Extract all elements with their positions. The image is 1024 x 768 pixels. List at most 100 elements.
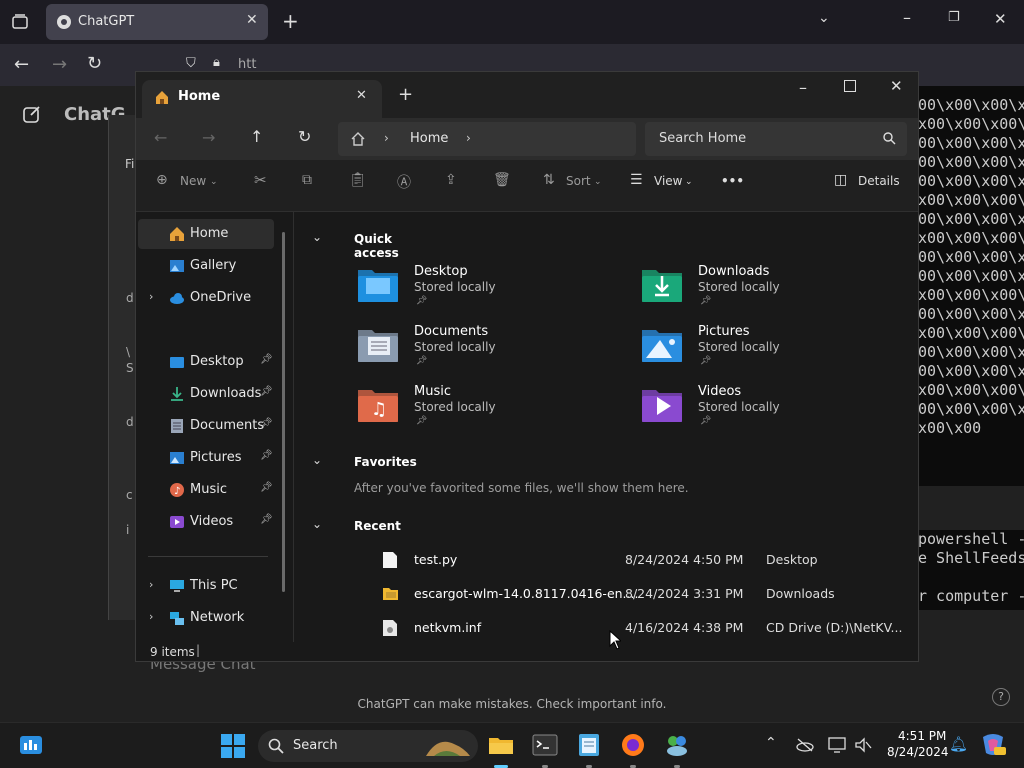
- close-explorer-tab-icon[interactable]: ✕: [356, 88, 367, 103]
- new-explorer-tab-icon[interactable]: +: [398, 84, 413, 105]
- explorer-refresh-icon[interactable]: ↻: [298, 127, 311, 146]
- file-explorer-taskbar-icon[interactable]: [488, 732, 514, 758]
- collapse-chevron-icon[interactable]: ⌄: [312, 517, 322, 531]
- collapse-chevron-icon[interactable]: ⌄: [312, 230, 322, 244]
- view-dropdown-icon[interactable]: ⌄: [685, 177, 693, 187]
- quick-access-item-downloads[interactable]: Downloads Stored locally 📌︎: [640, 264, 900, 324]
- list-tabs-icon[interactable]: ⌄: [818, 10, 830, 26]
- show-hidden-icons-chevron[interactable]: ⌃: [765, 735, 777, 751]
- explorer-back-icon[interactable]: ←: [154, 128, 167, 147]
- view-icon[interactable]: ☰: [630, 172, 643, 188]
- explorer-close-icon[interactable]: ✕: [890, 77, 903, 95]
- pin-icon[interactable]: 📌︎: [260, 418, 273, 429]
- new-chat-icon[interactable]: [22, 104, 42, 124]
- quick-access-item-videos[interactable]: Videos Stored locally 📌︎: [640, 384, 900, 444]
- path-crumb-home[interactable]: Home: [410, 131, 448, 146]
- forward-icon[interactable]: →: [52, 54, 67, 75]
- recent-file-row[interactable]: test.py 8/24/2024 4:50 PM Desktop: [294, 545, 914, 575]
- sidebar-item-this-pc[interactable]: › This PC: [138, 571, 274, 601]
- paste-icon[interactable]: 📋︎: [349, 172, 367, 188]
- quick-access-item-pictures[interactable]: Pictures Stored locally 📌︎: [640, 324, 900, 384]
- reload-icon[interactable]: ↻: [87, 53, 102, 74]
- explorer-address-bar: ← → ↑ ↻ › Home › Search Home: [136, 118, 918, 160]
- notepad-taskbar-icon[interactable]: [576, 732, 602, 758]
- pin-icon[interactable]: 📌︎: [260, 354, 273, 365]
- sidebar-item-gallery[interactable]: Gallery: [138, 251, 274, 281]
- more-options-button[interactable]: •••: [721, 174, 744, 188]
- cut-icon[interactable]: ✂: [254, 171, 267, 189]
- expand-chevron-icon[interactable]: ›: [149, 610, 153, 623]
- sidebar-item-pictures[interactable]: Pictures 📌︎: [138, 443, 274, 473]
- widgets-icon[interactable]: [20, 736, 42, 754]
- pin-icon[interactable]: 📌︎: [260, 450, 273, 461]
- copilot-icon[interactable]: [980, 733, 1006, 757]
- sort-dropdown-icon[interactable]: ⌄: [594, 177, 602, 187]
- help-icon[interactable]: ?: [992, 688, 1010, 706]
- sidebar-item-documents[interactable]: Documents 📌︎: [138, 411, 274, 441]
- rename-icon[interactable]: Ⓐ: [397, 172, 411, 192]
- sort-button[interactable]: Sort: [566, 174, 591, 188]
- browser-minimize-icon[interactable]: –: [903, 8, 911, 27]
- explorer-tab-home[interactable]: Home ✕: [142, 80, 382, 118]
- pin-icon[interactable]: 📌︎: [260, 482, 273, 493]
- terminal-line: x00\x00\x00\: [918, 324, 1024, 342]
- sidebar-item-network[interactable]: › Network: [138, 603, 274, 633]
- explorer-path-box[interactable]: › Home ›: [338, 122, 636, 156]
- recent-file-row[interactable]: escargot-wlm-14.0.8117.0416-en.... 8/24/2…: [294, 579, 914, 609]
- explorer-search-placeholder[interactable]: Search Home: [659, 131, 746, 146]
- volume-muted-icon[interactable]: [854, 737, 872, 753]
- delete-icon[interactable]: 🗑︎: [493, 172, 511, 188]
- browser-restore-icon[interactable]: ❐: [948, 10, 960, 25]
- quick-access-item-music[interactable]: ♫ Music Stored locally 📌︎: [356, 384, 616, 444]
- explorer-minimize-icon[interactable]: –: [799, 78, 807, 97]
- lock-icon[interactable]: 🔒︎: [213, 55, 220, 70]
- taskbar-search-box[interactable]: Search: [258, 730, 478, 762]
- collapse-chevron-icon[interactable]: ⌄: [312, 453, 322, 467]
- pin-icon[interactable]: 📌︎: [260, 514, 273, 525]
- terminal-taskbar-icon[interactable]: [532, 732, 558, 758]
- sidebar-scrollbar[interactable]: [282, 232, 285, 592]
- clock-time[interactable]: 4:51 PM: [898, 729, 946, 743]
- new-tab-icon[interactable]: +: [282, 9, 299, 33]
- sidebar-item-onedrive[interactable]: › OneDrive: [138, 283, 274, 313]
- notification-bell-icon[interactable]: 🔔︎: [949, 735, 968, 753]
- browser-close-icon[interactable]: ✕: [994, 10, 1007, 28]
- windows-start-icon[interactable]: [221, 734, 245, 758]
- messenger-taskbar-icon[interactable]: [664, 732, 690, 758]
- explorer-up-icon[interactable]: ↑: [250, 127, 263, 146]
- onedrive-status-icon[interactable]: [796, 738, 814, 752]
- shield-icon[interactable]: ⛉: [186, 56, 196, 71]
- new-dropdown-icon[interactable]: ⌄: [210, 177, 218, 187]
- back-icon[interactable]: ←: [14, 54, 29, 75]
- clock-date[interactable]: 8/24/2024: [887, 745, 949, 759]
- expand-chevron-icon[interactable]: ›: [149, 578, 153, 591]
- browser-tab-chatgpt[interactable]: ChatGPT ✕: [46, 4, 268, 40]
- copy-icon[interactable]: ⧉: [302, 172, 312, 188]
- sidebar-item-music[interactable]: ♪ Music 📌︎: [138, 475, 274, 505]
- details-button[interactable]: Details: [858, 174, 900, 188]
- sidebar-item-home[interactable]: Home: [138, 219, 274, 249]
- recent-file-row[interactable]: netkvm.inf 4/16/2024 4:38 PM CD Drive (D:)…: [294, 613, 914, 643]
- view-button[interactable]: View: [654, 174, 682, 188]
- quick-access-item-documents[interactable]: Documents Stored locally 📌︎: [356, 324, 616, 384]
- new-button[interactable]: New: [180, 174, 206, 188]
- sidebar-item-desktop[interactable]: Desktop 📌︎: [138, 347, 274, 377]
- explorer-maximize-icon[interactable]: [844, 80, 856, 92]
- pin-icon[interactable]: 📌︎: [260, 386, 273, 397]
- network-display-icon[interactable]: [828, 737, 846, 753]
- path-expand-icon[interactable]: ›: [466, 131, 471, 145]
- sidebar-item-videos[interactable]: Videos 📌︎: [138, 507, 274, 537]
- new-icon[interactable]: ⊕: [156, 172, 168, 188]
- close-tab-icon[interactable]: ✕: [246, 12, 258, 28]
- explorer-search-box[interactable]: Search Home: [645, 122, 907, 156]
- sidebar-item-downloads[interactable]: Downloads 📌︎: [138, 379, 274, 409]
- firefox-taskbar-icon[interactable]: [620, 732, 646, 758]
- explorer-forward-icon[interactable]: →: [202, 128, 215, 147]
- address-bar-text[interactable]: htt: [238, 57, 256, 72]
- tab-overview-icon[interactable]: [12, 14, 28, 30]
- expand-chevron-icon[interactable]: ›: [149, 290, 153, 303]
- details-pane-icon[interactable]: ◫: [834, 172, 847, 188]
- quick-access-item-desktop[interactable]: Desktop Stored locally 📌︎: [356, 264, 616, 324]
- share-icon[interactable]: ⇪: [445, 172, 457, 188]
- sort-icon[interactable]: ⇅: [543, 172, 555, 188]
